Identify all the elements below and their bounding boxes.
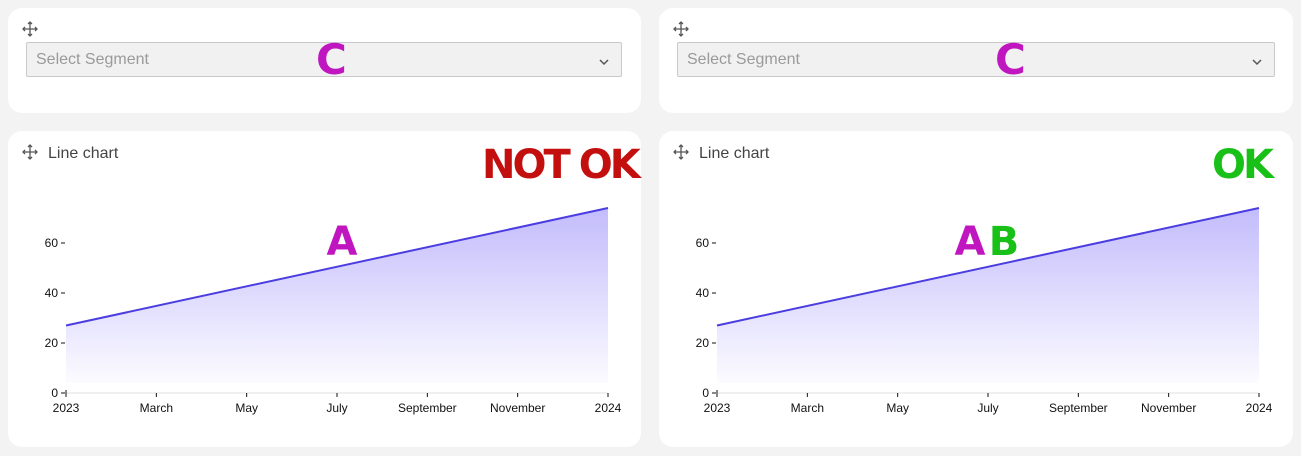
y-tick-label: 0: [702, 386, 709, 400]
line-chart: 0 20 40 60 2023 March May July September November…: [696, 207, 1273, 415]
annotation-marker-c: C: [316, 35, 347, 84]
x-tick-label: May: [886, 401, 909, 415]
y-tick-label: 20: [45, 336, 59, 350]
y-tick-label: 20: [696, 336, 710, 350]
y-tick-label: 60: [45, 236, 59, 250]
x-tick-label: 2023: [704, 401, 731, 415]
annotation-marker-a: A: [955, 219, 986, 265]
x-tick-label: November: [1141, 401, 1196, 415]
x-tick-label: November: [490, 401, 545, 415]
x-tick-label: July: [977, 401, 998, 415]
chevron-down-icon[interactable]: [1252, 54, 1262, 66]
x-tick-label: March: [140, 401, 173, 415]
x-tick-label: 2024: [595, 401, 622, 415]
y-tick-label: 60: [696, 236, 710, 250]
chart-card-right: Line chart OK 0 20 40 60 2023 March May July Sep…: [659, 131, 1293, 447]
x-tick-label: 2023: [53, 401, 80, 415]
x-tick-label: September: [1049, 401, 1108, 415]
x-tick-label: September: [398, 401, 457, 415]
chevron-down-icon[interactable]: [599, 54, 609, 66]
move-arrows-icon[interactable]: [22, 21, 38, 37]
segment-select-placeholder: Select Segment: [36, 51, 149, 68]
annotation-marker-a: A: [327, 219, 358, 265]
move-arrows-icon[interactable]: [673, 21, 689, 37]
y-tick-label: 0: [51, 386, 58, 400]
x-tick-label: July: [326, 401, 347, 415]
y-tick-label: 40: [696, 286, 710, 300]
segment-card-right: Select Segment C: [659, 8, 1293, 113]
x-tick-label: 2024: [1246, 401, 1273, 415]
x-tick-label: May: [235, 401, 258, 415]
chart-card-left: Line chart NOT OK 0 20 40 60 2023 March May Jul…: [8, 131, 641, 447]
x-tick-label: March: [791, 401, 824, 415]
segment-select-placeholder: Select Segment: [687, 51, 800, 68]
line-chart: 0 20 40 60 2023 March May July September November…: [45, 207, 622, 415]
y-tick-label: 40: [45, 286, 59, 300]
segment-select[interactable]: Select Segment: [677, 42, 1275, 77]
segment-card-left: Select Segment C: [8, 8, 641, 113]
annotation-marker-c: C: [995, 35, 1026, 84]
annotation-marker-b: B: [989, 219, 1020, 265]
